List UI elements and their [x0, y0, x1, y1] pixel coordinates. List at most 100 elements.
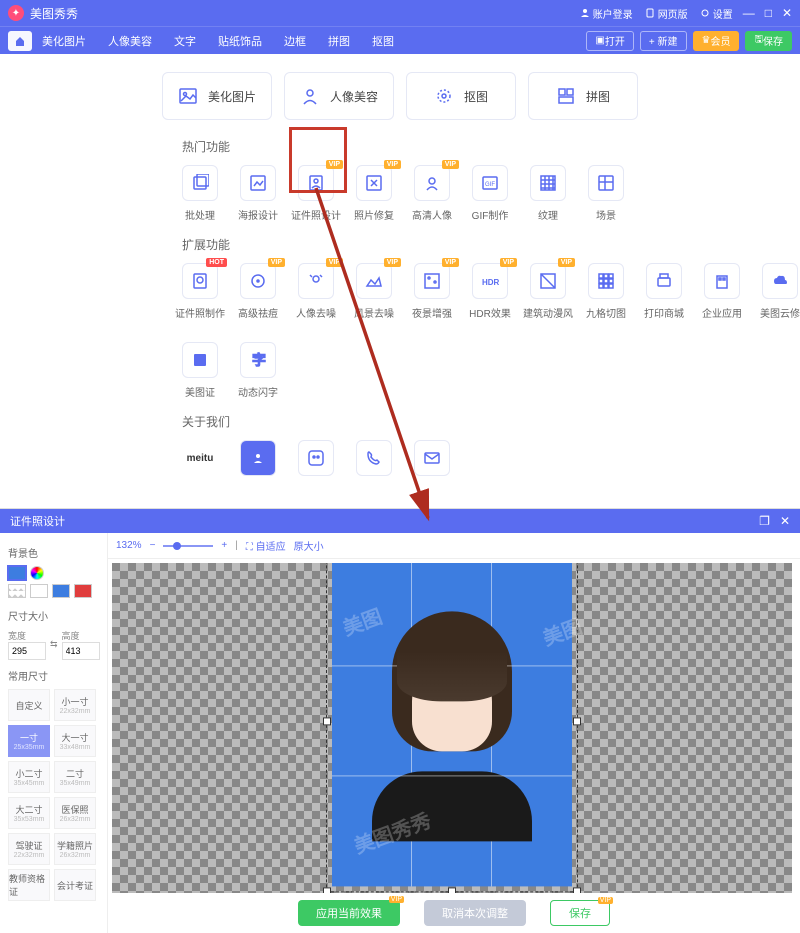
canvas-viewport[interactable]: 美图 美图 美图秀秀: [112, 563, 792, 893]
minimize-button[interactable]: —: [743, 6, 755, 20]
size-preset[interactable]: 二寸35x49mm: [54, 761, 96, 793]
vip-badge: VIP: [442, 160, 459, 169]
feature-acne[interactable]: VIP高级祛痘: [240, 263, 276, 320]
apply-button[interactable]: 应用当前效果VIP: [298, 900, 400, 926]
nav-text[interactable]: 文字: [174, 33, 196, 49]
feature-label: 人像去噪: [296, 305, 336, 320]
feature-idphoto[interactable]: VIP证件照设计: [298, 165, 334, 222]
nav-portrait[interactable]: 人像美容: [108, 33, 152, 49]
resize-handle[interactable]: [323, 717, 331, 725]
save-button[interactable]: 🖫 保存: [745, 31, 792, 51]
quick-label: 人像美容: [330, 88, 378, 105]
zoom-slider[interactable]: [163, 545, 213, 547]
about-item[interactable]: meitu: [182, 440, 218, 476]
zoom-out-button[interactable]: −: [150, 540, 156, 551]
swatch-transparent[interactable]: [8, 584, 26, 598]
feature-anime[interactable]: VIP建筑动漫风: [530, 263, 566, 320]
quick-cutout[interactable]: 抠图: [406, 72, 516, 120]
editor-close-button[interactable]: ✕: [780, 514, 790, 528]
size-preset[interactable]: 大一寸33x48mm: [54, 725, 96, 757]
quick-portrait[interactable]: 人像美容: [284, 72, 394, 120]
size-preset[interactable]: 小二寸35x45mm: [8, 761, 50, 793]
feature-hd[interactable]: VIP高清人像: [414, 165, 450, 222]
zoom-in-button[interactable]: +: [221, 540, 227, 551]
nav-stickers[interactable]: 贴纸饰品: [218, 33, 262, 49]
size-preset[interactable]: 自定义: [8, 689, 50, 721]
size-preset[interactable]: 大二寸35x53mm: [8, 797, 50, 829]
resize-handle[interactable]: [448, 887, 456, 893]
feature-texture[interactable]: 纹理: [530, 165, 566, 222]
web-version-link[interactable]: 网页版: [645, 6, 688, 21]
quick-collage[interactable]: 拼图: [528, 72, 638, 120]
home-button[interactable]: [8, 31, 32, 51]
vip-button[interactable]: ♛ 会员: [693, 31, 740, 51]
size-preset[interactable]: 学籍照片26x32mm: [54, 833, 96, 865]
poster-icon: [240, 165, 276, 201]
size-preset[interactable]: 一寸25x35mm: [8, 725, 50, 757]
account-login-link[interactable]: 账户登录: [580, 6, 633, 21]
swatch-white[interactable]: [30, 584, 48, 598]
feature-print[interactable]: 打印商城: [646, 263, 682, 320]
feature-landscape[interactable]: VIP风景去噪: [356, 263, 392, 320]
close-button[interactable]: ✕: [782, 6, 792, 20]
feature-nine[interactable]: 九格切图: [588, 263, 624, 320]
vip-badge: VIP: [558, 258, 575, 267]
feature-poster[interactable]: 海报设计: [240, 165, 276, 222]
quick-beautify[interactable]: 美化图片: [162, 72, 272, 120]
about-item[interactable]: [356, 440, 392, 476]
texture-icon: [530, 165, 566, 201]
size-preset[interactable]: 医保照26x32mm: [54, 797, 96, 829]
size-preset[interactable]: 教师资格证: [8, 869, 50, 901]
cancel-button[interactable]: 取消本次调整: [424, 900, 526, 926]
editor-restore-button[interactable]: ❐: [759, 514, 770, 528]
feature-flash[interactable]: 字动态闪字: [240, 342, 276, 399]
id-photo[interactable]: 美图 美图 美图秀秀: [332, 563, 572, 886]
feature-scene[interactable]: 场景: [588, 165, 624, 222]
feature-enterprise[interactable]: 企业应用: [704, 263, 740, 320]
swatch-red[interactable]: [74, 584, 92, 598]
about-item[interactable]: [240, 440, 276, 476]
resize-handle[interactable]: [323, 887, 331, 893]
size-preset[interactable]: 驾驶证22x32mm: [8, 833, 50, 865]
about-item[interactable]: [298, 440, 334, 476]
nav-cutout[interactable]: 抠图: [372, 33, 394, 49]
feature-gif[interactable]: GIFGIF制作: [472, 165, 508, 222]
feature-idmake[interactable]: HOT证件照制作: [182, 263, 218, 320]
swatch-blue2[interactable]: [52, 584, 70, 598]
swatch-add[interactable]: [30, 566, 44, 580]
feature-night[interactable]: VIP夜景增强: [414, 263, 450, 320]
editor-save-button[interactable]: 保存VIP: [550, 900, 610, 926]
size-preset[interactable]: 小一寸22x32mm: [54, 689, 96, 721]
maximize-button[interactable]: □: [765, 6, 772, 20]
feature-repair[interactable]: VIP照片修复: [356, 165, 392, 222]
settings-link[interactable]: 设置: [700, 6, 733, 21]
hd-icon: VIP: [414, 165, 450, 201]
swatch-blue[interactable]: [8, 566, 26, 580]
new-button[interactable]: + 新建: [640, 31, 687, 51]
open-button[interactable]: ▣ 打开: [586, 31, 633, 51]
height-input[interactable]: [62, 642, 100, 660]
width-input[interactable]: [8, 642, 46, 660]
link-icon[interactable]: ⇆: [50, 638, 58, 652]
canvas-toolbar: 132% − + | ⛶ 自适应 原大小: [108, 533, 800, 559]
feature-label: 照片修复: [354, 207, 394, 222]
nav-collage[interactable]: 拼图: [328, 33, 350, 49]
feature-batch[interactable]: 批处理: [182, 165, 218, 222]
nav-frame[interactable]: 边框: [284, 33, 306, 49]
resize-handle[interactable]: [573, 887, 581, 893]
original-size-button[interactable]: 原大小: [294, 538, 324, 553]
nav-beautify[interactable]: 美化图片: [42, 33, 86, 49]
resize-handle[interactable]: [573, 717, 581, 725]
quick-label: 抠图: [464, 88, 488, 105]
feature-hdr[interactable]: HDRVIPHDR效果: [472, 263, 508, 320]
size-preset[interactable]: 会计考证: [54, 869, 96, 901]
feature-label: 建筑动漫风: [523, 305, 573, 320]
fit-button[interactable]: ⛶ 自适应: [246, 538, 286, 553]
feature-label: 证件照设计: [291, 207, 341, 222]
about-icon: meitu: [182, 440, 218, 476]
about-item[interactable]: [414, 440, 450, 476]
print-icon: [646, 263, 682, 299]
feature-cloud[interactable]: 美图云修: [762, 263, 798, 320]
feature-cert[interactable]: 美图证: [182, 342, 218, 399]
feature-denoise[interactable]: VIP人像去噪: [298, 263, 334, 320]
